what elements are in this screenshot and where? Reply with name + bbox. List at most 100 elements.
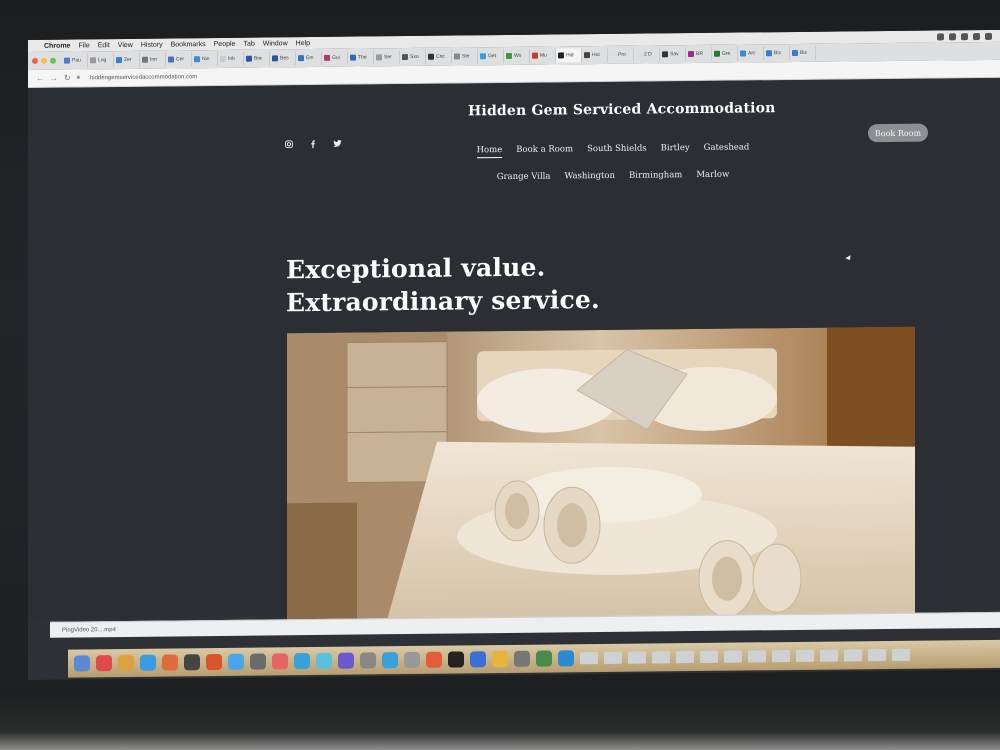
dock-window-thumbnail[interactable] bbox=[748, 650, 766, 663]
nav-item-birmingham[interactable]: Birmingham bbox=[629, 170, 682, 181]
nav-item-marlow[interactable]: Marlow bbox=[696, 170, 729, 180]
dock-window-thumbnail[interactable] bbox=[628, 651, 646, 664]
dock-app-icon[interactable] bbox=[470, 651, 486, 668]
reload-icon[interactable]: ↻ bbox=[64, 74, 71, 83]
dock-app-icon[interactable] bbox=[162, 654, 178, 671]
nav-item-washington[interactable]: Washington bbox=[564, 171, 615, 182]
dock-window-thumbnail[interactable] bbox=[772, 650, 790, 663]
browser-tab[interactable]: Get bbox=[478, 49, 504, 64]
browser-tab[interactable]: Arc bbox=[738, 46, 764, 61]
browser-tab[interactable]: BR bbox=[686, 46, 712, 62]
nav-item-south-shields[interactable]: South Shields bbox=[587, 144, 647, 158]
dock-window-thumbnail[interactable] bbox=[676, 651, 694, 664]
browser-tab[interactable]: Cer bbox=[166, 52, 192, 67]
browser-tab[interactable]: Biz bbox=[764, 46, 790, 61]
browser-tab[interactable]: Hid bbox=[556, 48, 582, 63]
browser-tab[interactable]: Biz bbox=[790, 45, 816, 61]
menu-edit[interactable]: Edit bbox=[98, 42, 110, 49]
dock-app-icon[interactable] bbox=[426, 651, 442, 668]
menu-file[interactable]: File bbox=[78, 42, 89, 49]
browser-tab[interactable]: Ser bbox=[452, 49, 478, 64]
dock-window-thumbnail[interactable] bbox=[580, 652, 598, 665]
dock-app-icon[interactable] bbox=[360, 652, 376, 669]
dock-window-thumbnail[interactable] bbox=[868, 649, 886, 662]
url-field[interactable]: hiddengemservicedaccommodation.com bbox=[90, 74, 197, 81]
dock-app-icon[interactable] bbox=[448, 651, 464, 668]
dock-app-icon[interactable] bbox=[514, 650, 530, 667]
dock-app-icon[interactable] bbox=[492, 650, 508, 668]
browser-tab[interactable]: Wo bbox=[504, 48, 530, 64]
back-icon[interactable]: ← bbox=[36, 74, 44, 83]
dock-app-icon[interactable] bbox=[96, 655, 112, 672]
browser-tab[interactable]: The bbox=[348, 50, 374, 65]
browser-tab[interactable]: Log bbox=[88, 53, 114, 68]
dock-window-thumbnail[interactable] bbox=[820, 649, 838, 662]
menu-bookmarks[interactable]: Bookmarks bbox=[171, 41, 206, 48]
browser-tab[interactable]: 2 D bbox=[634, 47, 660, 62]
nav-item-birtley[interactable]: Birtley bbox=[661, 143, 690, 156]
status-icon[interactable] bbox=[985, 32, 992, 40]
dock-app-icon[interactable] bbox=[206, 653, 222, 671]
browser-tab[interactable]: Nin bbox=[192, 52, 218, 67]
browser-tab[interactable]: Inb bbox=[218, 51, 244, 67]
menu-app-name[interactable]: Chrome bbox=[44, 42, 70, 49]
browser-tab[interactable]: Gre bbox=[712, 46, 738, 61]
dock-window-thumbnail[interactable] bbox=[844, 649, 862, 662]
minimize-window-button[interactable] bbox=[41, 57, 47, 64]
browser-tab[interactable]: Hot bbox=[582, 47, 608, 63]
nav-item-gateshead[interactable]: Gateshead bbox=[704, 142, 750, 155]
browser-tab[interactable]: Cnc bbox=[426, 49, 452, 64]
browser-tab[interactable]: Ser bbox=[374, 50, 400, 65]
menu-help[interactable]: Help bbox=[296, 40, 310, 47]
dock-window-thumbnail[interactable] bbox=[604, 651, 622, 664]
site-title[interactable]: Hidden Gem Serviced Accommodation bbox=[468, 100, 776, 119]
browser-tab[interactable]: Em bbox=[296, 50, 322, 66]
browser-tab[interactable]: Sxo bbox=[400, 49, 426, 65]
browser-tab[interactable]: Sav bbox=[660, 47, 686, 62]
dock-window-thumbnail[interactable] bbox=[724, 650, 742, 663]
menu-view[interactable]: View bbox=[118, 41, 133, 48]
browser-tab[interactable]: Mu bbox=[530, 48, 556, 63]
dock-app-icon[interactable] bbox=[338, 652, 354, 669]
dock-app-icon[interactable] bbox=[118, 654, 134, 672]
dock-window-thumbnail[interactable] bbox=[892, 648, 910, 661]
dock-app-icon[interactable] bbox=[558, 650, 574, 667]
dock-app-icon[interactable] bbox=[536, 650, 552, 667]
dock-window-thumbnail[interactable] bbox=[700, 650, 718, 663]
browser-tab[interactable]: Inn bbox=[140, 52, 166, 67]
dock-app-icon[interactable] bbox=[272, 653, 288, 670]
facebook-icon[interactable] bbox=[308, 140, 318, 150]
maximize-window-button[interactable] bbox=[50, 57, 56, 64]
dock-app-icon[interactable] bbox=[74, 655, 90, 672]
browser-tab[interactable]: Pro bbox=[608, 47, 634, 62]
dock-app-icon[interactable] bbox=[228, 653, 244, 670]
status-icon[interactable] bbox=[949, 32, 956, 40]
dock-app-icon[interactable] bbox=[316, 652, 332, 669]
status-icon[interactable] bbox=[937, 32, 944, 40]
close-window-button[interactable] bbox=[32, 57, 38, 64]
nav-item-grange-villa[interactable]: Grange Villa bbox=[497, 172, 551, 183]
status-icon[interactable] bbox=[973, 32, 980, 40]
dock-app-icon[interactable] bbox=[294, 653, 310, 670]
forward-icon[interactable]: → bbox=[50, 74, 58, 83]
menu-tab[interactable]: Tab bbox=[243, 40, 254, 47]
status-icon[interactable] bbox=[961, 32, 968, 40]
browser-tab[interactable]: Bes bbox=[270, 51, 296, 66]
menu-history[interactable]: History bbox=[141, 41, 163, 48]
nav-item-book-a-room[interactable]: Book a Room bbox=[516, 144, 573, 158]
dock-app-icon[interactable] bbox=[140, 654, 156, 671]
nav-item-home[interactable]: Home bbox=[476, 145, 503, 159]
menu-window[interactable]: Window bbox=[263, 40, 288, 47]
book-room-button[interactable]: Book Room bbox=[868, 123, 928, 143]
dock-app-icon[interactable] bbox=[184, 654, 200, 671]
browser-tab[interactable]: Pau bbox=[62, 53, 88, 68]
instagram-icon[interactable] bbox=[284, 140, 294, 150]
dock-app-icon[interactable] bbox=[382, 652, 398, 669]
menu-people[interactable]: People bbox=[214, 40, 236, 47]
dock-window-thumbnail[interactable] bbox=[652, 651, 670, 664]
browser-tab[interactable]: Bre bbox=[244, 51, 270, 66]
dock-app-icon[interactable] bbox=[404, 651, 420, 669]
download-file-item[interactable]: PingVideo 20....mp4 bbox=[62, 627, 116, 634]
browser-tab[interactable]: Zer bbox=[114, 52, 140, 68]
twitter-icon[interactable] bbox=[332, 140, 342, 150]
